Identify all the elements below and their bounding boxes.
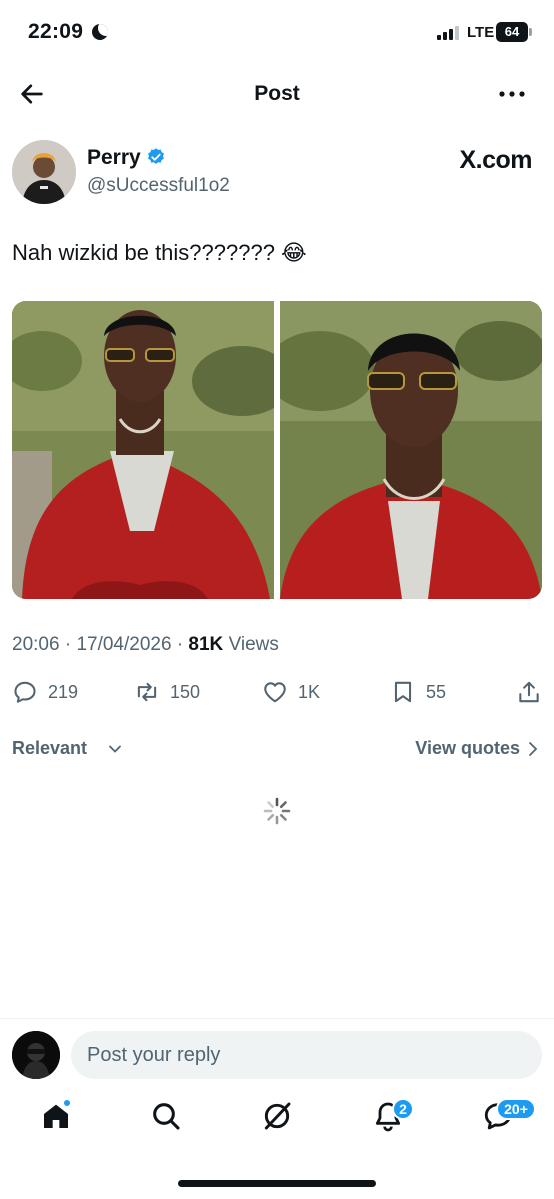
post-photo-2[interactable] <box>280 301 542 599</box>
moon-icon <box>92 24 108 40</box>
notifications-badge: 2 <box>392 1098 414 1120</box>
battery-icon: 64 <box>496 22 532 42</box>
reply-input[interactable]: Post your reply <box>71 1031 542 1079</box>
source-label: X.com <box>459 146 532 174</box>
chevron-right-icon[interactable] <box>526 741 540 757</box>
reply-button[interactable]: 219 <box>12 676 78 708</box>
heart-icon <box>264 682 286 703</box>
tab-grok[interactable] <box>261 1100 295 1134</box>
tab-home[interactable] <box>40 1098 74 1134</box>
home-indicator <box>178 1180 376 1187</box>
repost-icon <box>137 682 157 702</box>
meta-separator: · <box>176 634 189 655</box>
meta-separator: · <box>64 634 77 655</box>
bookmark-button[interactable]: 55 <box>390 676 446 708</box>
replies-sort-row: Relevant View quotes <box>12 738 542 762</box>
post-time: 20:06 <box>12 634 60 655</box>
status-bar: 22:09 LTE 64 <box>0 0 554 64</box>
repost-button[interactable]: 150 <box>134 676 200 708</box>
bookmark-count: 55 <box>426 681 447 702</box>
sort-dropdown[interactable]: Relevant <box>12 738 87 759</box>
chevron-down-icon[interactable] <box>108 742 122 756</box>
status-time: 22:09 <box>28 20 84 43</box>
more-options-icon[interactable] <box>496 82 528 106</box>
view-quotes-link[interactable]: View quotes <box>415 738 520 759</box>
messages-badge: 20+ <box>496 1098 536 1120</box>
home-notification-dot <box>62 1098 72 1108</box>
verified-badge-icon <box>148 148 164 164</box>
loading-spinner-icon <box>263 797 291 825</box>
author-handle[interactable]: @sUccessful1o2 <box>87 175 230 197</box>
tab-messages[interactable]: 20+ <box>482 1098 536 1134</box>
bookmark-icon <box>394 681 412 703</box>
tab-notifications[interactable]: 2 <box>372 1098 414 1134</box>
signal-icon <box>437 26 461 40</box>
grok-icon <box>264 1102 291 1130</box>
like-count: 1K <box>298 681 321 702</box>
author-display-name[interactable]: Perry <box>87 146 141 170</box>
reply-count: 219 <box>48 681 79 702</box>
share-icon <box>519 681 539 703</box>
post-meta: 20:06 · 17/04/2026 · 81K Views <box>12 634 279 656</box>
share-button[interactable] <box>516 676 542 708</box>
post-photo-1[interactable] <box>12 301 274 599</box>
tab-search[interactable] <box>150 1100 184 1134</box>
user-avatar[interactable] <box>12 1031 60 1079</box>
post-header: Post <box>0 64 554 124</box>
reply-icon <box>14 681 36 703</box>
post-text: Nah wizkid be this??????? 😂 <box>12 240 307 265</box>
like-button[interactable]: 1K <box>262 676 320 708</box>
post-date: 17/04/2026 <box>76 634 172 655</box>
post-media <box>12 301 542 599</box>
views-count[interactable]: 81K <box>188 634 223 655</box>
post-author: Perry @sUccessful1o2 X.com <box>12 140 542 206</box>
views-label: Views <box>228 634 279 655</box>
page-title: Post <box>254 82 300 105</box>
bottom-tab-bar: 2 20+ <box>0 1090 554 1150</box>
search-icon <box>153 1103 180 1130</box>
post-actions: 219 150 1K 55 <box>12 676 542 708</box>
network-label: LTE <box>467 24 495 41</box>
author-avatar[interactable] <box>12 140 76 204</box>
repost-count: 150 <box>170 681 201 702</box>
reply-composer: Post your reply <box>0 1018 554 1090</box>
